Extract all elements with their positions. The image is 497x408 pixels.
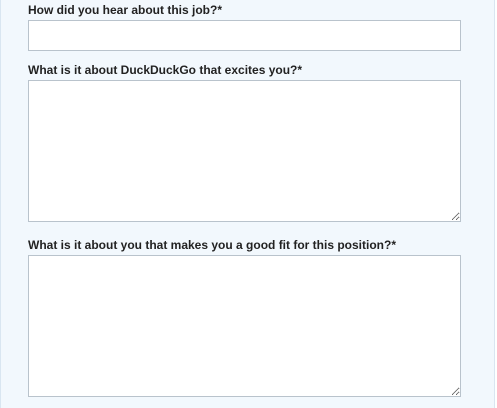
- good-fit-textarea[interactable]: [28, 255, 461, 397]
- duckduckgo-excites-textarea[interactable]: [28, 80, 461, 222]
- duckduckgo-excites-label: What is it about DuckDuckGo that excites…: [28, 63, 303, 77]
- hear-about-job-input[interactable]: [28, 20, 461, 51]
- good-fit-label: What is it about you that makes you a go…: [28, 238, 397, 252]
- application-form-panel: How did you hear about this job?* What i…: [0, 0, 495, 408]
- hear-about-job-label: How did you hear about this job?*: [28, 3, 222, 17]
